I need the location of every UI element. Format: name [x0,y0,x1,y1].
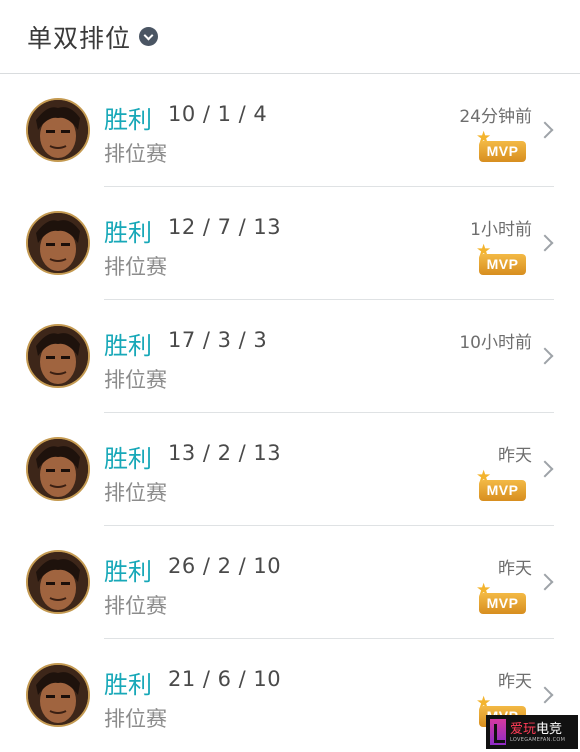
match-time: 10小时前 [459,333,532,353]
header-bar: 单双排位 [0,0,580,74]
match-mode: 排位赛 [104,142,167,166]
match-kda: 26 / 2 / 10 [168,554,282,578]
chevron-right-icon[interactable] [536,347,554,365]
match-mode: 排位赛 [104,707,167,731]
avatar [26,211,90,275]
brand-logo-icon [490,719,506,745]
match-kda: 21 / 6 / 10 [168,667,282,691]
chevron-right-icon[interactable] [536,573,554,591]
match-mode: 排位赛 [104,255,167,279]
match-row[interactable]: 胜利 10 / 1 / 4 排位赛 24分钟前 ★ MVP [0,74,580,187]
match-time: 昨天 [498,446,532,466]
match-kda: 10 / 1 / 4 [168,102,268,126]
avatar [26,98,90,162]
watermark-logo: 爱玩电竞 LOVEGAMEFAN.COM [486,715,578,749]
match-time: 24分钟前 [459,107,532,127]
mvp-label: MVP [479,593,526,614]
avatar [26,550,90,614]
mvp-label: MVP [479,141,526,162]
chevron-right-icon[interactable] [536,234,554,252]
match-mode: 排位赛 [104,481,167,505]
mvp-badge: ★MVP [476,582,526,615]
avatar [26,324,90,388]
match-mode: 排位赛 [104,368,167,392]
match-result: 胜利 [104,219,152,247]
match-result: 胜利 [104,671,152,699]
match-row[interactable]: 胜利 17 / 3 / 3 排位赛 10小时前 [0,300,580,413]
match-result: 胜利 [104,332,152,360]
chevron-right-icon[interactable] [536,460,554,478]
match-row[interactable]: 胜利 12 / 7 / 13 排位赛 1小时前 ★ MVP [0,187,580,300]
match-time: 昨天 [498,559,532,579]
mvp-badge: ★MVP [476,130,526,163]
match-kda: 13 / 2 / 13 [168,441,282,465]
watermark-brand-a: 爱玩 [510,721,537,737]
match-time: 昨天 [498,672,532,692]
chevron-right-icon[interactable] [536,686,554,704]
match-result: 胜利 [104,106,152,134]
match-kda: 17 / 3 / 3 [168,328,268,352]
avatar [26,663,90,727]
watermark-sub: LOVEGAMEFAN.COM [510,736,566,743]
avatar [26,437,90,501]
match-result: 胜利 [104,558,152,586]
match-time: 1小时前 [470,220,532,240]
match-result: 胜利 [104,445,152,473]
watermark-brand-b: 电竞 [536,721,563,737]
page-title[interactable]: 单双排位 [27,19,131,55]
match-row[interactable]: 胜利 13 / 2 / 13 排位赛 昨天 ★ MVP [0,413,580,526]
mvp-badge: ★MVP [476,243,526,276]
chevron-right-icon[interactable] [536,121,554,139]
match-kda: 12 / 7 / 13 [168,215,282,239]
mvp-badge: ★MVP [476,469,526,502]
match-row[interactable]: 胜利 26 / 2 / 10 排位赛 昨天 ★ MVP [0,526,580,639]
mvp-label: MVP [479,480,526,501]
match-list: 胜利 10 / 1 / 4 排位赛 24分钟前 ★ MVP 胜利 12 / 7 /… [0,74,580,752]
match-mode: 排位赛 [104,594,167,618]
mvp-label: MVP [479,254,526,275]
chevron-down-icon[interactable] [139,27,159,46]
